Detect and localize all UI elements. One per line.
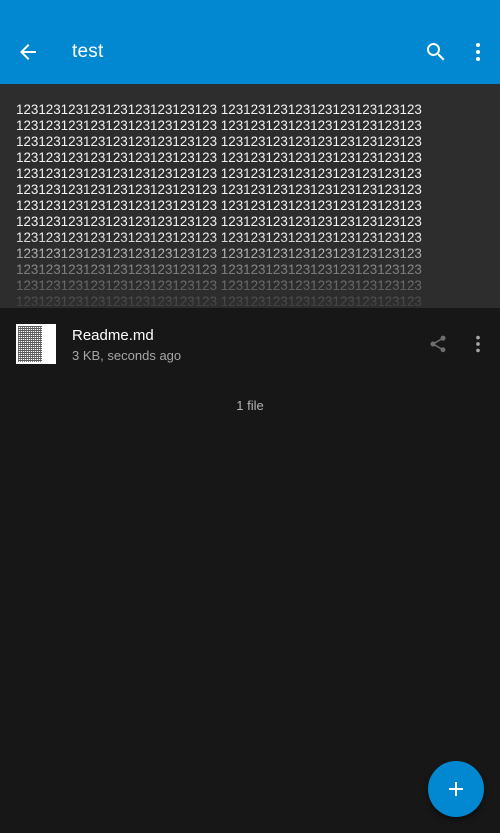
file-meta: 3 KB, seconds ago — [72, 348, 182, 363]
overflow-menu-button[interactable] — [464, 36, 492, 68]
file-count: 1 file — [236, 398, 264, 413]
add-fab-button[interactable] — [428, 761, 484, 817]
search-button[interactable] — [420, 36, 452, 68]
file-list-item[interactable]: Readme.md 3 KB, seconds ago — [0, 308, 500, 380]
file-thumbnail-preview — [18, 326, 42, 362]
readme-preview-text: 123123123123123123123123123 123123123123… — [16, 102, 422, 308]
add-icon — [449, 782, 463, 796]
file-thumbnail — [16, 324, 56, 364]
back-button[interactable] — [12, 36, 44, 68]
share-icon — [430, 335, 446, 353]
toolbar: test — [0, 20, 500, 84]
arrow-back-icon — [20, 44, 36, 60]
file-name: Readme.md — [72, 327, 154, 344]
more-vert-icon — [476, 335, 480, 353]
file-share-button[interactable] — [426, 332, 450, 356]
status-bar — [0, 0, 500, 20]
search-icon — [427, 43, 445, 61]
readme-preview[interactable]: 123123123123123123123123123 123123123123… — [0, 84, 500, 308]
file-more-button[interactable] — [466, 332, 490, 356]
app-root: test 123123123123123123123123123 1231231… — [0, 0, 500, 833]
folder-title: test — [72, 41, 104, 62]
more-vert-icon — [476, 43, 480, 61]
